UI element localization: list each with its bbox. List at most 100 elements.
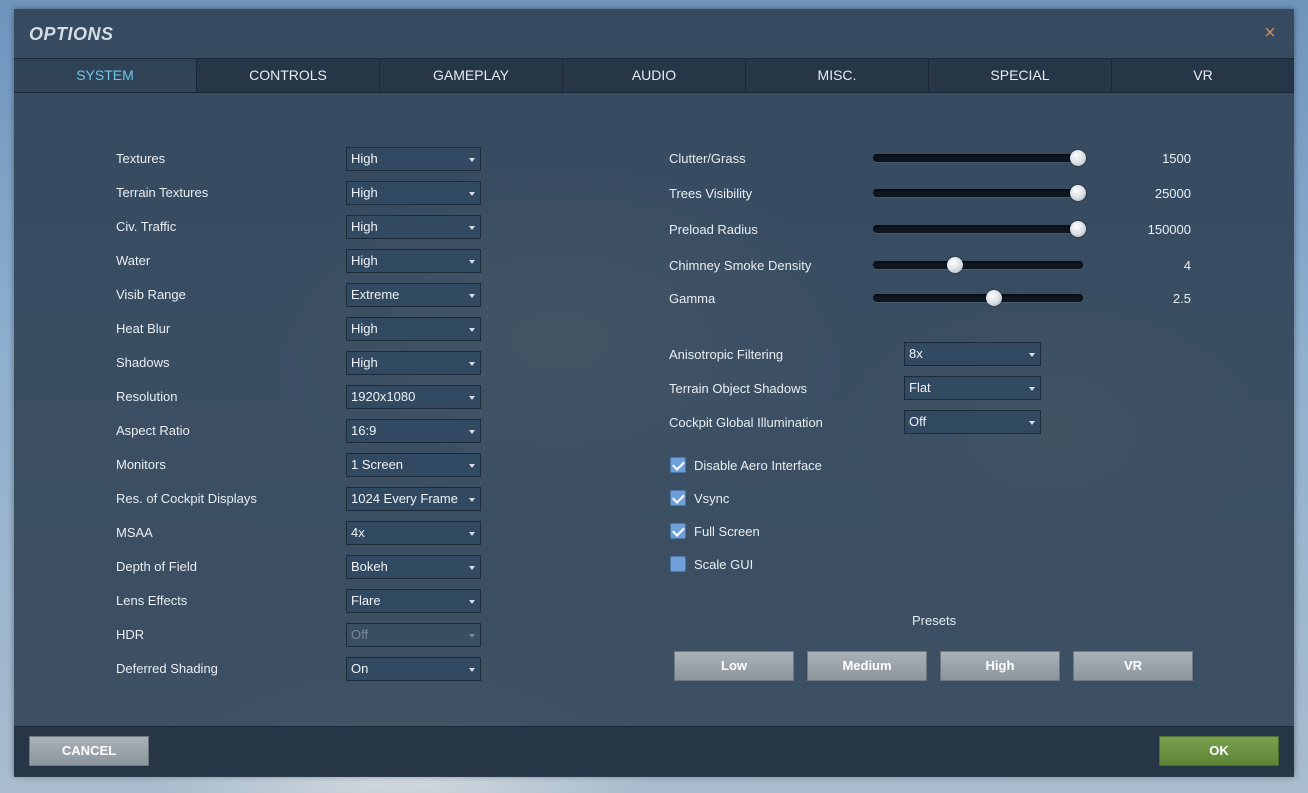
slider-thumb[interactable] bbox=[1070, 221, 1086, 237]
ok-button[interactable]: OK bbox=[1159, 736, 1279, 766]
select-textures[interactable]: High bbox=[346, 147, 481, 171]
setting-label-cockpit-global-illumination: Cockpit Global Illumination bbox=[669, 415, 823, 430]
slider-thumb[interactable] bbox=[947, 257, 963, 273]
chevron-down-icon bbox=[469, 396, 475, 400]
chevron-down-icon bbox=[469, 430, 475, 434]
tab-vr[interactable]: VR bbox=[1112, 59, 1294, 92]
select-value: High bbox=[351, 321, 378, 336]
checkbox-vsync[interactable] bbox=[670, 490, 686, 506]
preset-button-low[interactable]: Low bbox=[674, 651, 794, 681]
preset-button-high[interactable]: High bbox=[940, 651, 1060, 681]
select-value: 1 Screen bbox=[351, 457, 404, 472]
tab-audio[interactable]: AUDIO bbox=[563, 59, 746, 92]
select-res-of-cockpit-displays[interactable]: 1024 Every Frame bbox=[346, 487, 481, 511]
setting-label-water: Water bbox=[116, 253, 151, 268]
slider-value-preload-radius: 150000 bbox=[1147, 222, 1191, 237]
select-value: High bbox=[351, 253, 378, 268]
setting-label-hdr: HDR bbox=[116, 627, 145, 642]
slider-label-clutter-grass: Clutter/Grass bbox=[669, 151, 746, 166]
select-lens-effects[interactable]: Flare bbox=[346, 589, 481, 613]
slider-label-preload-radius: Preload Radius bbox=[669, 222, 758, 237]
chevron-down-icon bbox=[469, 634, 475, 638]
select-value: Flat bbox=[909, 380, 931, 395]
setting-label-depth-of-field: Depth of Field bbox=[116, 559, 197, 574]
slider-thumb[interactable] bbox=[1070, 150, 1086, 166]
preset-button-vr[interactable]: VR bbox=[1073, 651, 1193, 681]
dialog-footer: CANCEL OK bbox=[14, 726, 1294, 777]
chevron-down-icon bbox=[469, 158, 475, 162]
select-monitors[interactable]: 1 Screen bbox=[346, 453, 481, 477]
chevron-down-icon bbox=[469, 498, 475, 502]
select-msaa[interactable]: 4x bbox=[346, 521, 481, 545]
select-value: 8x bbox=[909, 346, 923, 361]
slider-label-trees-visibility: Trees Visibility bbox=[669, 186, 753, 201]
presets-title: Presets bbox=[912, 613, 957, 628]
close-icon[interactable]: × bbox=[1260, 23, 1280, 43]
select-value: 1920x1080 bbox=[351, 389, 416, 404]
select-deferred-shading[interactable]: On bbox=[346, 657, 481, 681]
tab-bar: SYSTEM CONTROLS GAMEPLAY AUDIO MISC. SPECIAL V… bbox=[14, 58, 1294, 93]
chevron-down-icon bbox=[469, 362, 475, 366]
setting-label-lens-effects: Lens Effects bbox=[116, 593, 188, 608]
checkbox-label-full-screen: Full Screen bbox=[694, 524, 760, 539]
slider-chimney-smoke-density[interactable] bbox=[873, 257, 1083, 273]
slider-value-trees-visibility: 25000 bbox=[1154, 186, 1191, 201]
slider-thumb[interactable] bbox=[986, 290, 1002, 306]
checkbox-disable-aero-interface[interactable] bbox=[670, 457, 686, 473]
setting-label-heat-blur: Heat Blur bbox=[116, 321, 171, 336]
tab-system[interactable]: SYSTEM bbox=[14, 59, 197, 92]
chevron-down-icon bbox=[469, 294, 475, 298]
chevron-down-icon bbox=[1029, 421, 1035, 425]
select-value: 1024 Every Frame bbox=[351, 491, 458, 506]
tab-controls[interactable]: CONTROLS bbox=[197, 59, 380, 92]
slider-gamma[interactable] bbox=[873, 290, 1083, 306]
select-cockpit-global-illumination[interactable]: Off bbox=[904, 410, 1041, 434]
setting-label-msaa: MSAA bbox=[116, 525, 153, 540]
select-heat-blur[interactable]: High bbox=[346, 317, 481, 341]
chevron-down-icon bbox=[469, 532, 475, 536]
chevron-down-icon bbox=[469, 600, 475, 604]
chevron-down-icon bbox=[469, 192, 475, 196]
select-shadows[interactable]: High bbox=[346, 351, 481, 375]
setting-label-deferred-shading: Deferred Shading bbox=[116, 661, 218, 676]
select-value: High bbox=[351, 151, 378, 166]
dialog-title: OPTIONS bbox=[29, 24, 114, 44]
checkmark-icon bbox=[672, 458, 685, 471]
select-visib-range[interactable]: Extreme bbox=[346, 283, 481, 307]
chevron-down-icon bbox=[469, 566, 475, 570]
select-aspect-ratio[interactable]: 16:9 bbox=[346, 419, 481, 443]
setting-label-shadows: Shadows bbox=[116, 355, 170, 370]
select-civ-traffic[interactable]: High bbox=[346, 215, 481, 239]
checkbox-label-disable-aero-interface: Disable Aero Interface bbox=[694, 458, 822, 473]
select-hdr: Off bbox=[346, 623, 481, 647]
chevron-down-icon bbox=[1029, 353, 1035, 357]
select-water[interactable]: High bbox=[346, 249, 481, 273]
slider-thumb[interactable] bbox=[1070, 185, 1086, 201]
preset-button-medium[interactable]: Medium bbox=[807, 651, 927, 681]
setting-label-aspect-ratio: Aspect Ratio bbox=[116, 423, 190, 438]
select-depth-of-field[interactable]: Bokeh bbox=[346, 555, 481, 579]
checkbox-scale-gui[interactable] bbox=[670, 556, 686, 572]
select-terrain-object-shadows[interactable]: Flat bbox=[904, 376, 1041, 400]
chevron-down-icon bbox=[469, 464, 475, 468]
select-value: Off bbox=[909, 414, 927, 429]
select-value: Flare bbox=[351, 593, 381, 608]
slider-clutter-grass[interactable] bbox=[873, 150, 1086, 166]
setting-label-visib-range: Visib Range bbox=[116, 287, 186, 302]
slider-trees-visibility[interactable] bbox=[873, 185, 1086, 201]
select-value: High bbox=[351, 185, 378, 200]
select-anisotropic-filtering[interactable]: 8x bbox=[904, 342, 1041, 366]
setting-label-terrain-object-shadows: Terrain Object Shadows bbox=[669, 381, 808, 396]
slider-preload-radius[interactable] bbox=[873, 221, 1086, 237]
tab-special[interactable]: SPECIAL bbox=[929, 59, 1112, 92]
tab-misc[interactable]: MISC. bbox=[746, 59, 929, 92]
slider-value-gamma: 2.5 bbox=[1172, 291, 1191, 306]
checkbox-full-screen[interactable] bbox=[670, 523, 686, 539]
tab-gameplay[interactable]: GAMEPLAY bbox=[380, 59, 563, 92]
slider-value-clutter-grass: 1500 bbox=[1162, 151, 1191, 166]
select-terrain-textures[interactable]: High bbox=[346, 181, 481, 205]
select-resolution[interactable]: 1920x1080 bbox=[346, 385, 481, 409]
select-value: Off bbox=[351, 627, 369, 642]
select-value: High bbox=[351, 355, 378, 370]
cancel-button[interactable]: CANCEL bbox=[29, 736, 149, 766]
